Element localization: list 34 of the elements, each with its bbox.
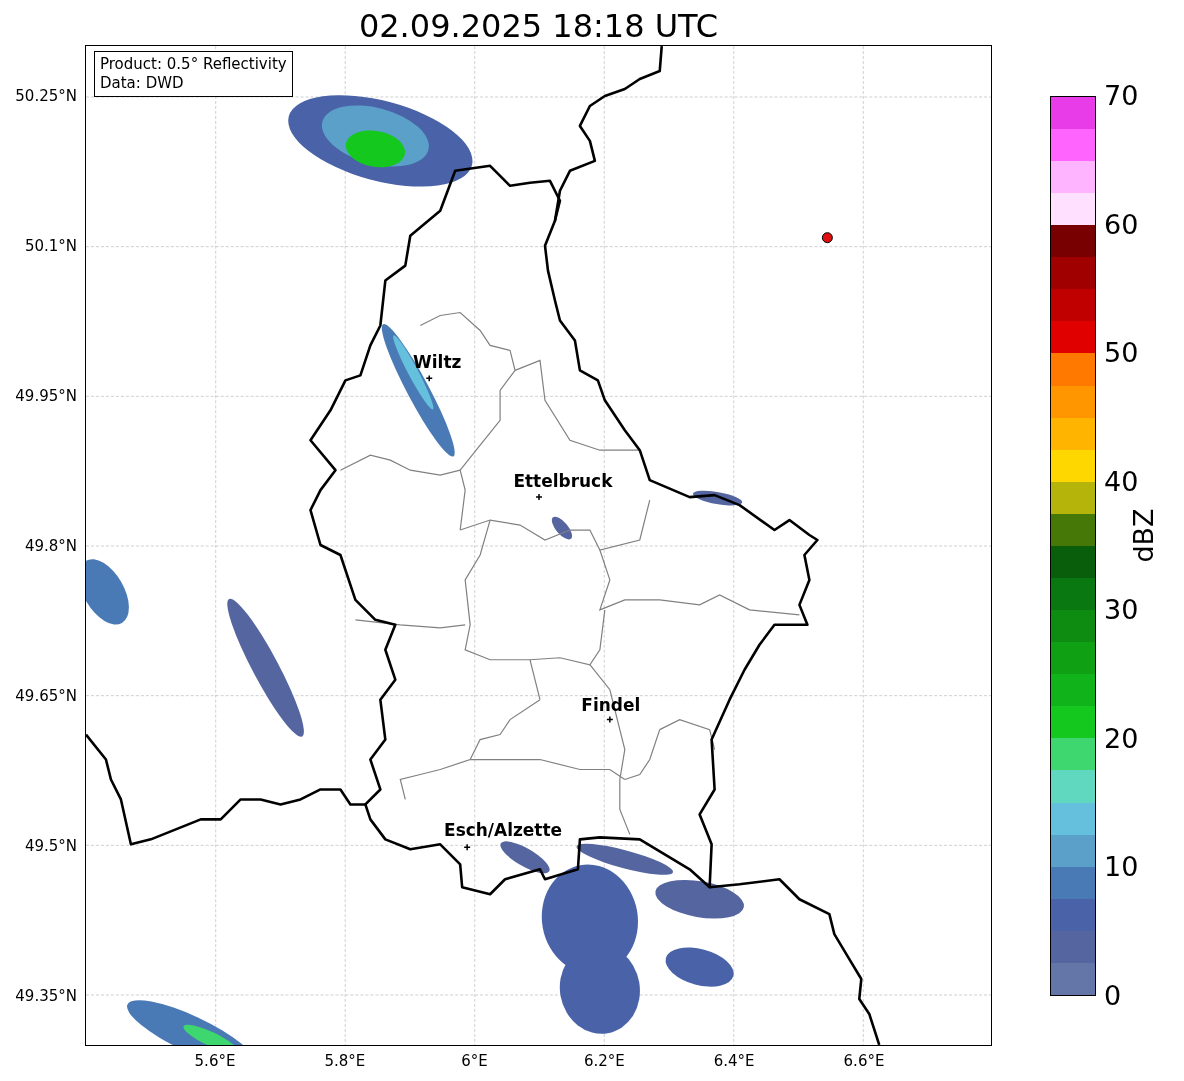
latitude-tick-label: 49.95°N — [15, 387, 77, 405]
longitude-tick-label: 6.6°E — [842, 1052, 886, 1070]
location-marker-icon — [821, 232, 833, 244]
latitude-tick-label: 49.35°N — [15, 987, 77, 1005]
longitude-tick-label: 6.4°E — [712, 1052, 756, 1070]
longitude-tick-label: 6.2°E — [582, 1052, 626, 1070]
colorbar-tick-label: 20 — [1104, 722, 1139, 755]
colorbar-tick-label: 40 — [1104, 465, 1139, 498]
colorbar-tick-label: 0 — [1104, 980, 1122, 1012]
city-label: Ettelbruck — [513, 471, 613, 492]
city-label: Esch/Alzette — [444, 820, 563, 841]
info-text: Product: 0.5° Reflectivity — [100, 55, 287, 74]
longitude-tick-label: 6°E — [460, 1052, 489, 1070]
colorbar-tick-label: 60 — [1104, 208, 1139, 241]
info-text: Data: DWD — [100, 74, 185, 93]
city-marker-icon — [606, 715, 614, 724]
colorbar-tick-label: 50 — [1104, 337, 1139, 370]
latitude-tick-label: 49.5°N — [24, 837, 77, 855]
city-label: Findel — [581, 694, 641, 715]
colorbar-tick-label: 70 — [1104, 80, 1139, 112]
chart-title: 02.09.2025 18:18 UTC — [357, 6, 720, 45]
colorbar-tick-label: 10 — [1104, 851, 1139, 884]
latitude-tick-label: 49.65°N — [15, 687, 77, 705]
city-label: Wiltz — [413, 352, 462, 373]
city-marker-icon — [535, 493, 543, 501]
city-marker-icon — [425, 374, 433, 383]
latitude-tick-label: 50.25°N — [15, 87, 77, 105]
colorbar-label: dBZ — [1127, 508, 1159, 563]
city-marker-icon — [463, 843, 471, 852]
longitude-tick-label: 5.8°E — [323, 1052, 367, 1070]
latitude-tick-label: 49.8°N — [24, 537, 77, 555]
longitude-tick-label: 5.6°E — [193, 1052, 237, 1070]
latitude-tick-label: 50.1°N — [24, 237, 77, 255]
colorbar-tick-label: 30 — [1104, 594, 1139, 627]
